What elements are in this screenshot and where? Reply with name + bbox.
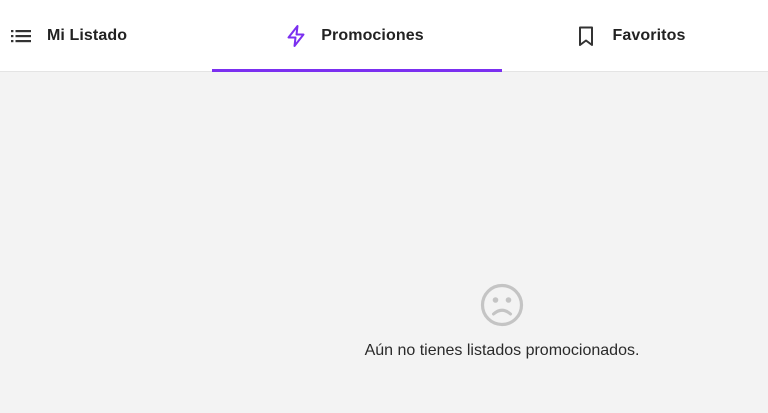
lightning-icon xyxy=(284,24,308,48)
empty-state-message: Aún no tienes listados promocionados. xyxy=(364,342,640,359)
tab-mi-listado[interactable]: Mi Listado xyxy=(10,0,210,72)
tab-label-mi-listado: Mi Listado xyxy=(47,27,128,44)
bookmark-icon xyxy=(575,25,597,47)
tab-favoritos[interactable]: Favoritos xyxy=(502,0,768,72)
empty-state: Aún no tienes listados promocionados. xyxy=(290,282,714,360)
active-tab-indicator xyxy=(212,69,502,72)
tab-bar: Mi Listado Promociones Favoritos xyxy=(0,0,768,72)
list-icon xyxy=(10,25,32,47)
tab-promociones[interactable]: Promociones xyxy=(212,0,502,72)
tab-label-favoritos: Favoritos xyxy=(612,27,686,44)
tab-label-promociones: Promociones xyxy=(321,27,424,44)
sad-face-icon xyxy=(479,282,525,328)
